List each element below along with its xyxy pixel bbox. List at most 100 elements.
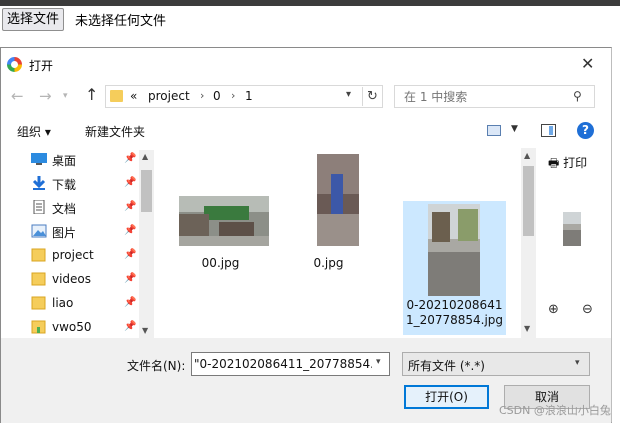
chevron-up-icon[interactable]: ▲ — [142, 152, 148, 161]
sidebar-item-label: 下载 — [52, 178, 77, 192]
file-name: 0.jpg — [313, 256, 344, 270]
download-icon — [32, 176, 46, 190]
help-icon[interactable]: ? — [577, 122, 594, 139]
page-header: 选择文件 未选择任何文件 — [0, 0, 620, 40]
toolbar: 组织 ▾ 新建文件夹 ▼ ? — [1, 114, 611, 148]
chevron-up-icon[interactable]: ▲ — [524, 151, 530, 160]
preview-pane-icon[interactable] — [541, 124, 556, 137]
print-button[interactable]: 🖶 打印 — [548, 154, 587, 175]
sidebar-item-videos[interactable]: videos 📌 — [1, 268, 141, 292]
chevron-down-icon[interactable]: ▾ — [575, 358, 580, 368]
sidebar-item-pictures[interactable]: 图片 📌 — [1, 220, 141, 244]
chevron-down-icon[interactable]: ▾ — [376, 357, 381, 367]
sidebar-item-documents[interactable]: 文档 📌 — [1, 196, 141, 220]
sidebar-item-label: 文档 — [52, 202, 77, 216]
pin-icon: 📌 — [124, 201, 137, 212]
desktop-icon — [31, 153, 47, 165]
pin-icon: 📌 — [124, 297, 137, 308]
sidebar-item-label: 桌面 — [52, 154, 77, 168]
pin-icon: 📌 — [124, 153, 137, 164]
folder-icon — [31, 248, 46, 262]
image-thumbnail — [317, 154, 359, 246]
chevron-down-icon[interactable]: ▼ — [524, 324, 530, 333]
pin-icon: 📌 — [124, 225, 137, 236]
file-item-00[interactable]: 00.jpg — [169, 152, 272, 284]
back-arrow-icon[interactable]: ← — [11, 87, 24, 105]
view-mode-icon[interactable] — [487, 125, 501, 136]
print-label: 打印 — [563, 156, 588, 170]
breadcrumb-prefix[interactable]: « — [130, 89, 137, 103]
folder-icon — [31, 296, 46, 310]
sidebar-item-label: liao — [52, 296, 74, 310]
sidebar-item-label: videos — [52, 272, 92, 286]
chevron-right-icon: › — [200, 89, 205, 102]
address-bar[interactable]: « project › 0 › 1 ▾ ↻ — [105, 85, 383, 108]
filename-label: 文件名(N): — [127, 359, 186, 373]
file-item-0[interactable]: 0.jpg — [277, 152, 380, 284]
open-button[interactable]: 打开(O) — [404, 385, 489, 409]
search-box[interactable]: ⚲ — [394, 85, 595, 108]
pictures-icon — [31, 224, 47, 238]
sidebar-item-desktop[interactable]: 桌面 📌 — [1, 148, 141, 172]
sidebar-item-vwo50[interactable]: vwo50 📌 — [1, 316, 141, 340]
navigation-bar: ← → ▾ ↑ « project › 0 › 1 ▾ ↻ ⚲ — [1, 82, 611, 112]
breadcrumb-project[interactable]: project — [148, 89, 190, 103]
sidebar-item-label: 图片 — [52, 226, 77, 240]
zoom-out-icon[interactable]: ⊖ — [582, 302, 593, 317]
folder-icon — [110, 90, 123, 102]
search-input[interactable] — [396, 87, 566, 106]
pin-icon: 📌 — [124, 273, 137, 284]
scrollbar-thumb[interactable] — [141, 170, 152, 212]
preview-thumbnail — [563, 212, 581, 246]
filetype-value: 所有文件 (*.*) — [408, 359, 485, 373]
chevron-right-icon: › — [231, 89, 236, 102]
document-icon — [33, 200, 45, 214]
file-list-scrollbar[interactable]: ▲ ▼ — [521, 148, 536, 338]
browser-bar — [0, 0, 620, 6]
folder-icon — [31, 272, 46, 286]
pin-icon: 📌 — [124, 177, 137, 188]
no-file-text: 未选择任何文件 — [75, 14, 167, 29]
forward-arrow-icon[interactable]: → — [39, 87, 52, 105]
recent-dropdown-icon[interactable]: ▾ — [63, 91, 68, 101]
file-list: 00.jpg 0.jpg 0-20210208641 1_20778854.jpg — [161, 148, 521, 338]
breadcrumb-1[interactable]: 1 — [245, 89, 253, 103]
new-folder-button[interactable]: 新建文件夹 — [85, 123, 145, 140]
watermark: CSDN @浪浪山小白兔 — [499, 404, 611, 417]
filetype-select[interactable]: 所有文件 (*.*) ▾ — [402, 352, 590, 376]
sidebar-item-downloads[interactable]: 下载 📌 — [1, 172, 141, 196]
preview-pane: 🖶 打印 ⊕ ⊖ — [538, 148, 611, 338]
navigation-pane: 桌面 📌 下载 📌 文档 📌 图片 📌 project 📌 videos 📌 l… — [1, 148, 156, 338]
filename-field[interactable]: ▾ — [191, 352, 390, 376]
close-icon[interactable]: ✕ — [581, 54, 594, 73]
chevron-down-icon[interactable]: ▾ — [346, 89, 351, 100]
pin-icon: 📌 — [124, 321, 137, 332]
dialog-title: 打开 — [29, 59, 54, 73]
breadcrumb-0[interactable]: 0 — [213, 89, 221, 103]
file-item-0-2021[interactable]: 0-20210208641 1_20778854.jpg — [403, 201, 506, 335]
pin-icon: 📌 — [124, 249, 137, 260]
file-name: 00.jpg — [201, 256, 240, 270]
sidebar-item-liao[interactable]: liao 📌 — [1, 292, 141, 316]
choose-file-button[interactable]: 选择文件 — [2, 8, 65, 31]
sidebar-item-label: project — [52, 248, 94, 262]
sidebar-scrollbar[interactable]: ▲ ▼ — [139, 150, 154, 338]
zoom-in-icon[interactable]: ⊕ — [548, 302, 559, 317]
filename-input[interactable] — [194, 355, 372, 373]
folder-icon — [31, 320, 46, 334]
chevron-down-icon[interactable]: ▼ — [511, 124, 518, 134]
refresh-icon[interactable]: ↻ — [362, 87, 382, 106]
sidebar-item-label: vwo50 — [52, 320, 92, 334]
search-icon[interactable]: ⚲ — [573, 89, 582, 103]
browser-logo-icon — [7, 57, 22, 72]
dialog-titlebar: 打开 ✕ — [1, 48, 611, 81]
image-thumbnail — [428, 204, 480, 296]
organize-menu[interactable]: 组织 ▾ — [17, 123, 51, 140]
open-file-dialog: 打开 ✕ ← → ▾ ↑ « project › 0 › 1 ▾ ↻ ⚲ 组织 … — [0, 47, 612, 423]
up-arrow-icon[interactable]: ↑ — [85, 85, 98, 104]
chevron-down-icon[interactable]: ▼ — [142, 326, 148, 335]
image-thumbnail — [179, 196, 269, 246]
sidebar-item-project[interactable]: project 📌 — [1, 244, 141, 268]
file-name: 0-20210208641 1_20778854.jpg — [405, 298, 504, 327]
scrollbar-thumb[interactable] — [523, 166, 534, 236]
